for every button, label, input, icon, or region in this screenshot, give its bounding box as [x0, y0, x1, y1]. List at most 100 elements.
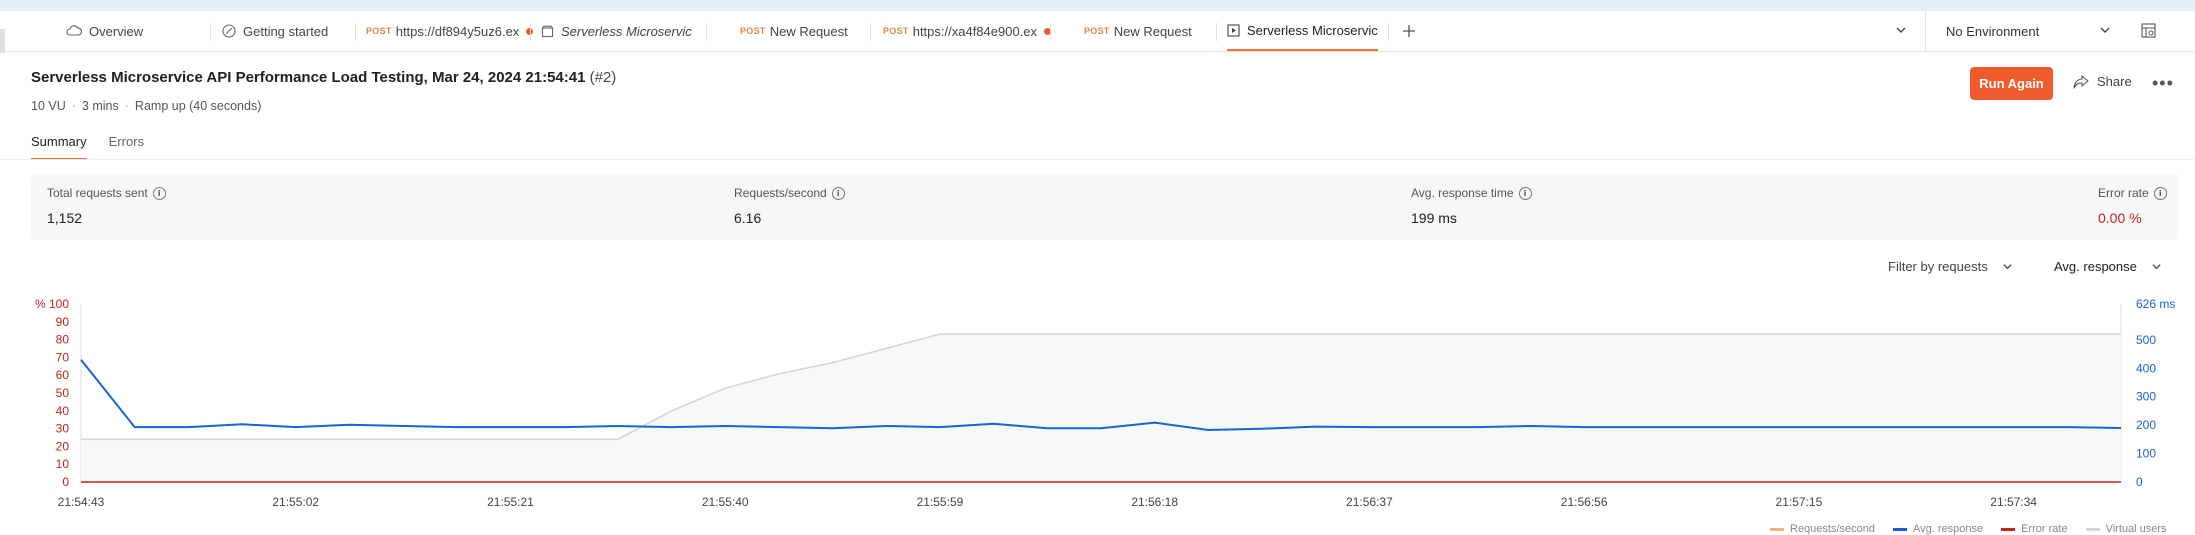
tab-errors[interactable]: Errors [109, 134, 144, 158]
left-axis-tick-label: % 100 [35, 297, 69, 311]
legend-item[interactable]: Virtual users [2085, 523, 2167, 535]
environment-quick-look-icon[interactable] [2141, 23, 2156, 38]
tab-separator [210, 23, 211, 41]
tab-overview[interactable]: Overview [66, 11, 143, 51]
runner-icon [1227, 23, 1240, 37]
sidebar-handle[interactable] [0, 29, 5, 53]
tab-separator [1216, 23, 1217, 41]
chart-legend: Requests/second Avg. response Error rate… [1770, 523, 2167, 535]
load-profile: Ramp up (40 seconds) [134, 99, 262, 113]
tab-separator [530, 23, 531, 41]
tab-label: Serverless Microservice A [561, 23, 692, 39]
tab-collection[interactable]: Serverless Microservice A [541, 11, 692, 51]
legend-item[interactable]: Error rate [2001, 523, 2068, 535]
left-axis-tick-label: 90 [56, 315, 70, 329]
tab-label: Serverless Microservice A [1247, 22, 1378, 38]
tab-new-request-1[interactable]: POST New Request [740, 11, 848, 51]
stat-avg-response-time: Avg. response time i 199 ms [1411, 186, 1532, 226]
legend-item[interactable]: Avg. response [1893, 523, 1983, 535]
legend-swatch [2001, 527, 2016, 531]
stat-value: 6.16 [734, 210, 762, 226]
tab-label: New Request [769, 23, 848, 39]
chevron-down-icon [2099, 24, 2111, 36]
page-title: Serverless Microservice API Performance … [31, 69, 616, 86]
tab-bar: Overview Getting started POST https://df… [0, 11, 2195, 53]
left-axis-tick-label: 0 [62, 475, 69, 489]
left-axis-tick-label: 50 [56, 386, 70, 400]
legend-swatch [2085, 527, 2100, 531]
share-button[interactable]: Share [2073, 74, 2132, 89]
tab-request-xa4f[interactable]: POST https://xa4f84e900.ex [883, 11, 1052, 51]
summary-stats-panel: Total requests sent i 1,152 Requests/seco… [31, 174, 2178, 240]
tab-new-request-2[interactable]: POST New Request [1084, 11, 1192, 51]
virtual-users-area [81, 334, 2121, 482]
tab-label: https://xa4f84e900.ex [912, 23, 1038, 39]
info-icon[interactable]: i [152, 186, 166, 200]
stat-error-rate: Error rate i 0.00 % [2098, 186, 2167, 226]
legend-label: Virtual users [2105, 523, 2167, 535]
left-axis-tick-label: 80 [56, 333, 70, 347]
x-axis-tick-label: 21:55:59 [917, 495, 964, 509]
tab-separator [355, 23, 356, 41]
x-axis-tick-label: 21:56:56 [1561, 495, 1608, 509]
metric-dropdown[interactable]: Avg. response [2054, 259, 2162, 274]
tab-separator [870, 23, 871, 41]
tab-getting-started[interactable]: Getting started [222, 11, 328, 51]
tab-separator [1050, 23, 1051, 41]
environment-label: No Environment [1946, 23, 2040, 39]
x-axis-tick-label: 21:57:34 [1990, 495, 2037, 509]
left-axis-tick-label: 20 [56, 439, 70, 453]
legend-item[interactable]: Requests/second [1770, 523, 1875, 535]
performance-chart: % 1009080706050403020100 0100200300400500… [35, 297, 2175, 509]
right-axis-tick-label: 300 [2136, 390, 2156, 404]
right-axis-tick-label: 100 [2136, 447, 2156, 461]
metric-label: Avg. response [2054, 259, 2137, 274]
info-icon[interactable]: i [1518, 186, 1532, 200]
more-options-icon[interactable]: ••• [2152, 73, 2174, 94]
method-badge: POST [883, 26, 909, 36]
run-id: (#2) [589, 69, 617, 86]
tab-label: Overview [89, 23, 144, 39]
result-tabs: Summary Errors [31, 134, 144, 160]
stat-requests-per-second: Requests/second i 6.16 [734, 186, 845, 226]
filter-by-requests-dropdown[interactable]: Filter by requests [1888, 259, 2013, 274]
tab-runner-active[interactable]: Serverless Microservice A [1227, 11, 1378, 51]
x-axis-tick-label: 21:56:18 [1131, 495, 1178, 509]
rocket-icon [222, 24, 236, 38]
run-again-button[interactable]: Run Again [1970, 67, 2053, 100]
top-strip [0, 0, 2195, 11]
collection-icon [541, 25, 554, 38]
left-axis-tick-label: 40 [56, 404, 70, 418]
tab-separator [706, 23, 707, 41]
new-tab-button[interactable] [1402, 11, 1416, 51]
x-axis-tick-label: 21:57:15 [1776, 495, 1823, 509]
x-axis-tick-label: 21:55:02 [272, 495, 319, 509]
info-icon[interactable]: i [2153, 186, 2167, 200]
divider [0, 159, 2195, 160]
method-badge: POST [366, 26, 392, 36]
run-title: Serverless Microservice API Performance … [31, 69, 586, 86]
tab-label: New Request [1113, 23, 1192, 39]
tab-label: Getting started [243, 23, 329, 39]
right-axis-tick-label: 200 [2136, 418, 2156, 432]
left-axis-tick-label: 10 [56, 457, 70, 471]
tabs-dropdown-chevron-icon[interactable] [1895, 24, 1907, 36]
stat-value: 1,152 [47, 210, 83, 226]
stat-label: Error rate [2098, 186, 2149, 200]
tab-request-df894[interactable]: POST https://df894y5uz6.ex [366, 11, 534, 51]
stat-label: Avg. response time [1411, 186, 1514, 200]
plus-icon [1402, 24, 1416, 38]
tab-summary[interactable]: Summary [31, 134, 87, 160]
filter-label: Filter by requests [1888, 259, 1988, 274]
chevron-down-icon [2151, 261, 2162, 272]
environment-selector[interactable]: No Environment [1925, 11, 2166, 51]
legend-label: Error rate [2021, 523, 2068, 535]
cloud-icon [66, 25, 82, 37]
stat-value: 0.00 % [2098, 210, 2142, 226]
run-duration: 3 mins [81, 99, 119, 113]
right-axis-max-label: 626 ms [2136, 297, 2175, 311]
info-icon[interactable]: i [831, 186, 845, 200]
stat-total-requests: Total requests sent i 1,152 [47, 186, 166, 226]
method-badge: POST [740, 26, 766, 36]
x-axis-tick-label: 21:55:21 [487, 495, 534, 509]
